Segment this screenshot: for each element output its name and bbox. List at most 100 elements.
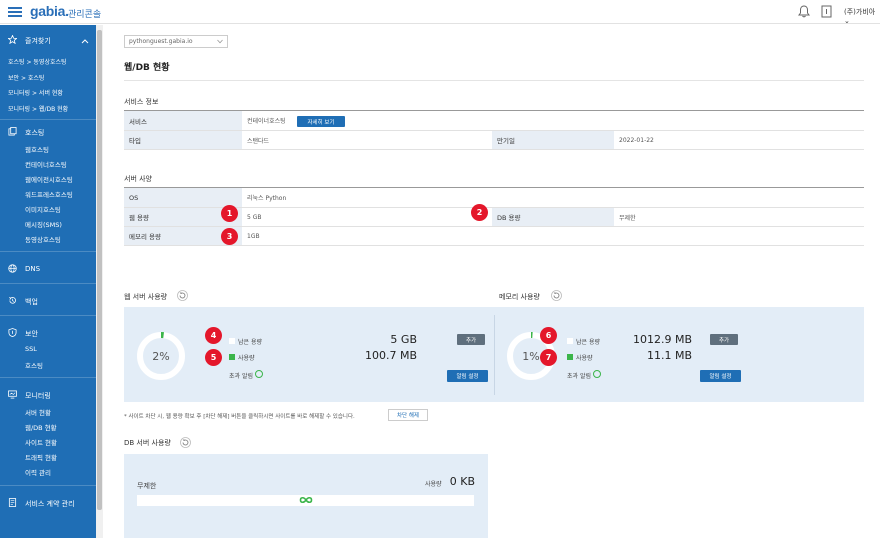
- used-legend-swatch: [567, 354, 573, 360]
- refresh-icon[interactable]: [177, 290, 188, 301]
- service-value: 컨테이너호스팅: [247, 118, 286, 125]
- web-remain-value: 5 GB: [390, 333, 417, 346]
- table-row: 서비스 컨테이너호스팅 자세히 보기: [124, 111, 864, 131]
- divider: [0, 315, 96, 316]
- web-used-value: 100.7 MB: [364, 349, 417, 362]
- type-value: 스탠다드: [247, 137, 270, 145]
- service-label: 서비스: [124, 111, 242, 130]
- quick-link-1[interactable]: 호스팅 > 동영상호스팅: [8, 57, 67, 66]
- expiry-label: 만기일: [492, 131, 614, 149]
- quick-link-4[interactable]: 모니터링 > 웹/DB 현황: [8, 104, 68, 113]
- bell-icon[interactable]: [798, 5, 810, 18]
- divider: [0, 377, 96, 378]
- service-info-heading: 서비스 정보: [124, 98, 159, 106]
- hosting-icon: [8, 127, 17, 136]
- star-icon: [8, 35, 17, 44]
- annotation-marker-7: 7: [540, 349, 557, 366]
- annotation-marker-6: 6: [540, 327, 557, 344]
- annotation-marker-4: 4: [205, 327, 222, 344]
- unblock-button[interactable]: 차단 해제: [388, 409, 428, 421]
- monitor-icon: [8, 390, 17, 399]
- memory-usage-heading: 메모리 사용량: [499, 293, 540, 301]
- os-value: 리눅스 Python: [247, 195, 287, 202]
- annotation-marker-5: 5: [205, 349, 222, 366]
- contract-icon: [8, 498, 17, 507]
- logo-subtitle: 관리콘솔: [68, 10, 102, 20]
- sidebar-item-server-status[interactable]: 서버 현황: [25, 407, 51, 417]
- sidebar-item-web-db-status[interactable]: 웹/DB 현황: [25, 422, 57, 432]
- sidebar-item-wordpress-hosting[interactable]: 워드프레스호스팅: [25, 189, 73, 199]
- divider: [0, 485, 96, 486]
- logo[interactable]: gabia.: [30, 3, 69, 19]
- menu-icon[interactable]: [8, 5, 22, 19]
- sidebar-item-site-status[interactable]: 사이트 현황: [25, 437, 57, 447]
- top-bar: gabia. 관리콘솔 (주)가비아 ⌄: [0, 0, 880, 25]
- memory-used-label: 사용량: [576, 355, 593, 362]
- server-spec-heading: 서버 사양: [124, 175, 152, 183]
- chevron-up-icon[interactable]: [81, 38, 89, 44]
- remain-legend-swatch: [567, 338, 573, 344]
- expiry-value: 2022-01-22: [619, 136, 654, 144]
- memory-remain-label: 남은 용량: [576, 339, 600, 346]
- detail-button[interactable]: 자세히 보기: [297, 116, 345, 127]
- quick-link-3[interactable]: 모니터링 > 서버 현황: [8, 88, 63, 97]
- refresh-icon[interactable]: [551, 290, 562, 301]
- divider: [0, 283, 96, 284]
- table-row: OS 리눅스 Python: [124, 188, 864, 208]
- web-usage-heading: 웹 서버 사용량: [124, 293, 168, 301]
- backup-icon: [9, 297, 16, 304]
- quick-link-2[interactable]: 보안 > 호스팅: [8, 73, 44, 82]
- alarm-indicator: [593, 370, 601, 378]
- annotation-marker-1: 1: [221, 205, 238, 222]
- memory-alarm-label: 초과 알림: [567, 373, 591, 380]
- memory-add-button[interactable]: 추가: [710, 334, 738, 345]
- sidebar: 즐겨찾기 호스팅 > 동영상호스팅 보안 > 호스팅 모니터링 > 서버 현황 …: [0, 25, 96, 538]
- infinity-icon: [299, 496, 313, 504]
- memory-capacity-value: 1GB: [247, 232, 260, 240]
- sidebar-scroll-thumb[interactable]: [97, 30, 102, 510]
- web-capacity-value: 5 GB: [247, 213, 262, 221]
- remain-legend-swatch: [229, 338, 235, 344]
- sidebar-item-web-hosting[interactable]: 웹호스팅: [25, 144, 49, 154]
- web-remain-label: 남은 용량: [238, 339, 262, 346]
- page-title: 웹/DB 현황: [124, 63, 170, 73]
- divider: [0, 251, 96, 252]
- sidebar-item-traffic-status[interactable]: 트래픽 현황: [25, 452, 57, 462]
- annotation-marker-2: 2: [471, 204, 488, 221]
- divider: [0, 119, 96, 120]
- db-used-value: 0 KB: [449, 475, 475, 488]
- sidebar-item-image-hosting[interactable]: 이미지호스팅: [25, 204, 61, 214]
- db-limit-label: 무제한: [137, 482, 157, 490]
- used-legend-swatch: [229, 354, 235, 360]
- db-usage-heading: DB 서버 사용량: [124, 439, 171, 447]
- shield-icon: [8, 328, 17, 337]
- title-divider: [124, 80, 864, 81]
- sidebar-item-ssl[interactable]: SSL: [25, 345, 37, 353]
- os-label: OS: [124, 188, 242, 207]
- sidebar-item-history[interactable]: 이력 관리: [25, 467, 51, 477]
- memory-remain-value: 1012.9 MB: [632, 333, 692, 346]
- web-add-button[interactable]: 추가: [457, 334, 485, 345]
- memory-used-value: 11.1 MB: [646, 349, 692, 362]
- db-capacity-value: 무제한: [619, 214, 636, 222]
- table-row: 타입 스탠다드 만기일 2022-01-22: [124, 131, 864, 150]
- memory-alarm-settings-button[interactable]: 알림 설정: [700, 370, 741, 382]
- panel-divider: [494, 315, 495, 395]
- web-alarm-settings-button[interactable]: 알림 설정: [447, 370, 488, 382]
- account-menu[interactable]: (주)가비아 ⌄: [844, 7, 880, 25]
- refresh-icon[interactable]: [180, 437, 191, 448]
- annotation-marker-3: 3: [221, 228, 238, 245]
- db-capacity-label: DB 용량: [492, 208, 614, 226]
- unblock-note: * 사이트 차단 시, 웹 용량 확보 후 [차단 해제] 버튼을 클릭하시면 …: [124, 414, 355, 420]
- chevron-down-icon: [217, 39, 223, 44]
- type-label: 타입: [124, 131, 242, 149]
- sidebar-item-security-hosting[interactable]: 호스팅: [25, 360, 43, 370]
- alarm-indicator: [255, 370, 263, 378]
- domain-select[interactable]: pythonguest.gabia.io: [124, 35, 228, 48]
- sidebar-item-agency-hosting[interactable]: 웹에이전시호스팅: [25, 174, 73, 184]
- sidebar-item-container-hosting[interactable]: 컨테이너호스팅: [25, 159, 67, 169]
- sidebar-item-video-hosting[interactable]: 동영상호스팅: [25, 234, 61, 244]
- web-usage-percent: 2%: [152, 350, 170, 363]
- sidebar-item-sms[interactable]: 메시징(SMS): [25, 219, 62, 229]
- document-icon[interactable]: [821, 5, 832, 18]
